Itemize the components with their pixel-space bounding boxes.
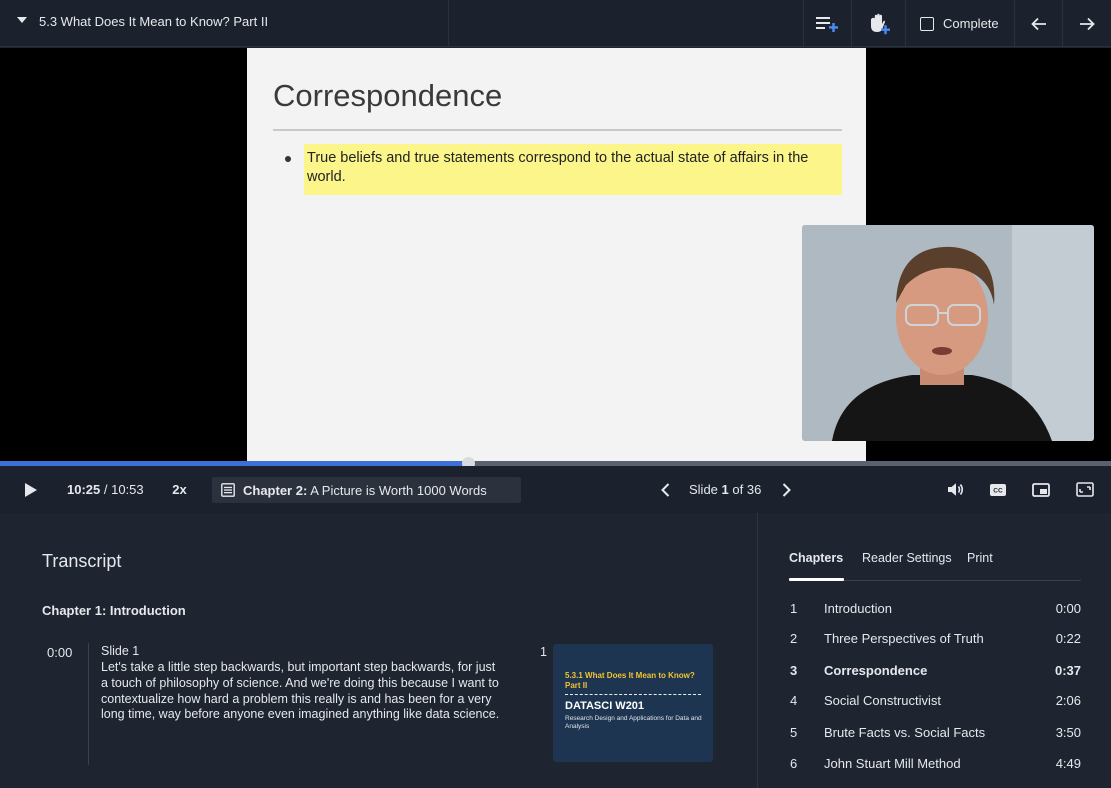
tab-reader-settings[interactable]: Reader Settings — [862, 551, 952, 565]
arrow-right-icon — [1080, 17, 1095, 30]
tab-chapters[interactable]: Chapters — [789, 551, 843, 565]
chapter-item[interactable]: 5 Brute Facts vs. Social Facts 3:50 — [789, 723, 1082, 743]
complete-label: Complete — [943, 16, 999, 31]
duration: 10:53 — [111, 482, 144, 497]
video-player[interactable]: Correspondence True beliefs and true sta… — [0, 48, 1111, 461]
chapter-number: 3 — [790, 663, 798, 678]
transcript-chapter-heading: Chapter 1: Introduction — [42, 603, 186, 618]
active-tab-indicator — [789, 578, 844, 581]
caret-down-icon[interactable] — [17, 17, 27, 23]
thumbnail-course: DATASCI W201 — [565, 700, 645, 712]
volume-icon — [947, 483, 963, 496]
chapter-item[interactable]: 1 Introduction 0:00 — [789, 599, 1082, 619]
chapter-title: Social Constructivist — [824, 693, 942, 708]
slide-word: Slide — [689, 482, 718, 497]
thumbnail-title: 5.3.1 What Does It Mean to Know? Part II — [565, 671, 695, 690]
transcript-slide-label: Slide 1 — [101, 644, 140, 658]
transcript-text[interactable]: Let's take a little step backwards, but … — [101, 660, 501, 723]
transcript-timestamp[interactable]: 0:00 — [47, 645, 72, 660]
chevron-left-icon — [660, 482, 669, 497]
current-time: 10:25 — [67, 482, 101, 497]
presenter-image — [802, 225, 1094, 441]
time-separator: / — [100, 482, 112, 497]
chapter-title: John Stuart Mill Method — [824, 756, 961, 771]
playlist-add-icon — [816, 16, 838, 32]
volume-button[interactable] — [940, 466, 970, 513]
lecture-slide: Correspondence True beliefs and true sta… — [247, 48, 866, 461]
chapter-number: 2 — [790, 631, 798, 646]
player-controls: 10:25 / 10:53 2x Chapter 2: A Picture is… — [0, 466, 1111, 513]
raise-hand-icon — [870, 13, 890, 34]
slide-of: of — [732, 482, 744, 497]
arrow-left-icon — [1030, 17, 1046, 30]
chapter-time: 0:22 — [1055, 631, 1081, 646]
tab-print[interactable]: Print — [967, 551, 993, 565]
chapter-item[interactable]: 4 Social Constructivist 2:06 — [789, 691, 1082, 711]
slide-title: Correspondence — [273, 78, 503, 113]
bullet-icon — [285, 156, 291, 162]
slide-thumbnail[interactable]: 5.3.1 What Does It Mean to Know? Part II… — [553, 644, 713, 762]
chapter-number: 5 — [790, 725, 798, 740]
presenter-video — [802, 225, 1094, 441]
chapter-prefix: Chapter 2: — [243, 482, 308, 498]
chapter-time: 3:50 — [1055, 725, 1081, 740]
chevron-right-icon — [782, 482, 791, 497]
transcript-timeline — [88, 643, 89, 765]
chapter-selector[interactable]: Chapter 2: A Picture is Worth 1000 Words — [212, 477, 521, 503]
thumbnail-divider — [565, 694, 701, 695]
chapter-title: Three Perspectives of Truth — [824, 631, 984, 646]
previous-slide-button[interactable] — [652, 466, 678, 513]
slide-total: 36 — [746, 482, 762, 497]
time-display: 10:25 / 10:53 — [67, 466, 144, 513]
lesson-title[interactable]: 5.3 What Does It Mean to Know? Part II — [39, 14, 268, 29]
chapters-panel: Chapters Reader Settings Print 1 Introdu… — [758, 513, 1111, 788]
slide-divider — [273, 129, 842, 131]
picture-in-picture-button[interactable] — [1027, 466, 1055, 513]
slide-current: 1 — [721, 482, 729, 497]
checkbox-icon — [920, 16, 934, 31]
chapter-item[interactable]: 6 John Stuart Mill Method 4:49 — [789, 754, 1082, 774]
chapter-time: 0:37 — [1054, 663, 1081, 678]
slide-thumbnail-number: 1 — [540, 645, 547, 659]
chapter-selector-label: Chapter 2: A Picture is Worth 1000 Words — [243, 483, 487, 498]
chapter-title: Correspondence — [824, 663, 928, 678]
fullscreen-button[interactable] — [1071, 466, 1099, 513]
transcript-panel: Transcript Chapter 1: Introduction 0:00 … — [0, 513, 757, 788]
next-slide-button[interactable] — [773, 466, 799, 513]
add-to-playlist-button[interactable] — [803, 0, 851, 47]
cc-icon: CC — [990, 483, 1006, 496]
svg-text:CC: CC — [993, 487, 1003, 494]
top-bar: 5.3 What Does It Mean to Know? Part II C… — [0, 0, 1111, 47]
next-lesson-button[interactable] — [1063, 0, 1111, 47]
slide-counter: Slide 1 of 36 — [689, 466, 761, 513]
picture-in-picture-icon — [1032, 482, 1050, 497]
captions-button[interactable]: CC — [984, 466, 1012, 513]
play-button[interactable] — [14, 466, 48, 513]
chapter-list-icon — [221, 483, 235, 497]
transcript-heading: Transcript — [42, 551, 122, 571]
complete-checkbox[interactable]: Complete — [906, 0, 1014, 47]
chapter-title: Brute Facts vs. Social Facts — [824, 725, 986, 740]
chapter-time: 0:00 — [1055, 601, 1081, 616]
chapter-time: 2:06 — [1055, 693, 1081, 708]
chapter-number: 4 — [790, 693, 798, 708]
chapter-item-current[interactable]: 3 Correspondence 0:37 — [789, 661, 1082, 681]
playback-speed-button[interactable]: 2x — [164, 466, 195, 513]
chapter-title: Introduction — [824, 601, 892, 616]
raise-hand-button[interactable] — [852, 0, 905, 47]
fullscreen-icon — [1076, 482, 1094, 497]
thumbnail-subtitle: Research Design and Applications for Dat… — [565, 715, 702, 730]
chapter-number: 6 — [790, 756, 798, 771]
play-icon — [25, 482, 37, 497]
slide-bullet-text: True beliefs and true statements corresp… — [307, 150, 809, 185]
chapter-title: A Picture is Worth 1000 Words — [310, 482, 487, 498]
previous-lesson-button[interactable] — [1015, 0, 1062, 47]
chapter-time: 4:49 — [1055, 756, 1081, 771]
chapter-item[interactable]: 2 Three Perspectives of Truth 0:22 — [789, 629, 1082, 649]
divider — [448, 0, 449, 47]
side-tabs: Chapters Reader Settings Print — [789, 551, 1081, 581]
chapter-number: 1 — [790, 601, 798, 616]
